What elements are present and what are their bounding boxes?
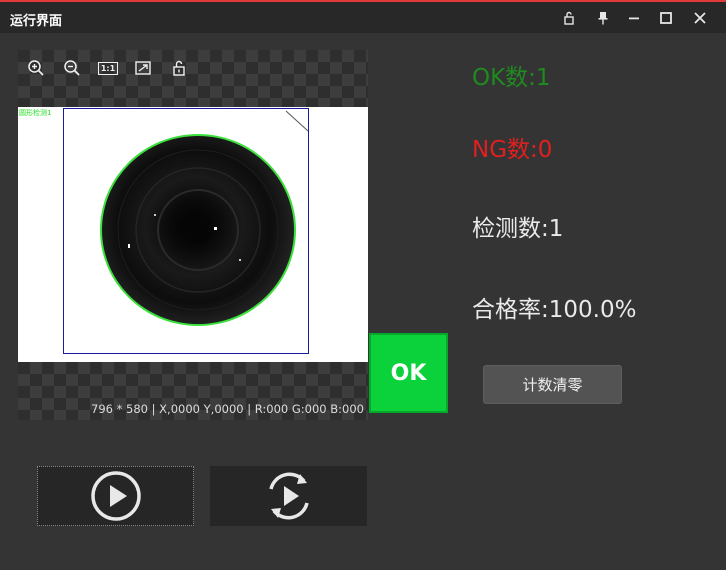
fit-icon[interactable] [133, 58, 153, 78]
reset-count-button[interactable]: 计数清零 [483, 365, 622, 404]
inspection-image: 圆形检测1 [18, 107, 368, 362]
image-viewer[interactable]: 1:1 圆形检测1 796 * 580 | X,0000 Y,0000 | R:… [18, 50, 368, 420]
ok-count: OK数:1 [472, 65, 551, 91]
play-icon [90, 471, 141, 521]
run-continuous-button[interactable] [210, 466, 367, 526]
loop-play-icon [268, 472, 309, 520]
zoom-in-icon[interactable] [26, 58, 46, 78]
run-once-button[interactable] [37, 466, 194, 526]
minimize-icon[interactable] [624, 8, 644, 28]
roi-label: 圆形检测1 [19, 109, 52, 117]
ng-count: NG数:0 [472, 137, 553, 163]
surface-texture-icon [117, 110, 308, 311]
close-icon[interactable] [690, 8, 710, 28]
actual-size-label: 1:1 [97, 61, 119, 75]
inspection-count: 检测数:1 [472, 216, 564, 242]
maximize-icon[interactable] [656, 8, 676, 28]
unlock-icon[interactable] [169, 58, 189, 78]
window-title: 运行界面 [10, 14, 63, 29]
title-bar: 运行界面 [0, 2, 726, 33]
roi-rectangle [63, 108, 309, 354]
actual-size-icon[interactable]: 1:1 [97, 58, 119, 78]
pixel-info-status: 796 * 580 | X,0000 Y,0000 | R:000 G:000 … [91, 402, 364, 416]
unlock-icon[interactable] [559, 8, 579, 28]
result-badge: OK [369, 333, 448, 413]
pass-rate: 合格率:100.0% [472, 297, 637, 323]
zoom-out-icon[interactable] [62, 58, 82, 78]
pin-icon[interactable] [593, 8, 613, 28]
